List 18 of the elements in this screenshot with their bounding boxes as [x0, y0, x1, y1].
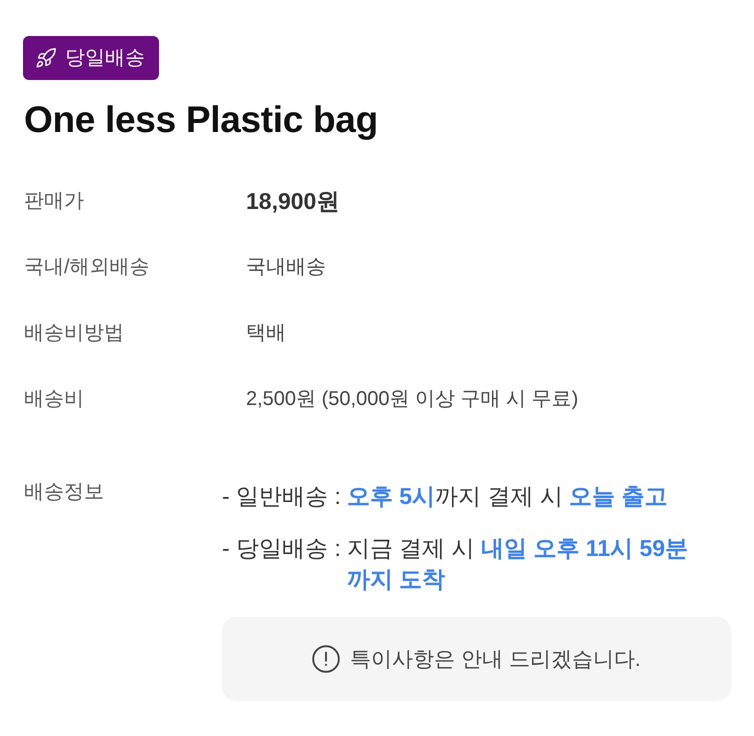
exclamation-circle-icon: [312, 645, 340, 673]
info-label: 국내/해외배송: [24, 255, 151, 280]
info-label: 배송정보: [24, 480, 105, 505]
rocket-icon: [35, 47, 57, 69]
info-value: 택배: [246, 321, 287, 346]
delivery-schedule-text: 지금 결제 시 내일 오후 11시 59분 까지 도착: [346, 534, 690, 594]
product-title: One less Plastic bag: [24, 100, 379, 140]
delivery-type-label: - 당일배송 :: [222, 534, 341, 563]
notice-text: 특이사항은 안내 드리겠습니다.: [350, 647, 641, 673]
info-value: 2,500원 (50,000원 이상 구매 시 무료): [246, 387, 580, 412]
delivery-type-label: - 일반배송 :: [222, 482, 341, 511]
badge-label: 당일배송: [65, 48, 145, 68]
info-label: 배송비방법: [24, 321, 125, 346]
delivery-schedule-text: 오후 5시까지 결제 시 오늘 출고: [346, 482, 669, 511]
info-label: 판매가: [24, 189, 85, 214]
info-value: 국내배송: [246, 255, 327, 280]
info-label: 배송비: [24, 387, 85, 412]
price-value: 18,900원: [246, 187, 340, 215]
